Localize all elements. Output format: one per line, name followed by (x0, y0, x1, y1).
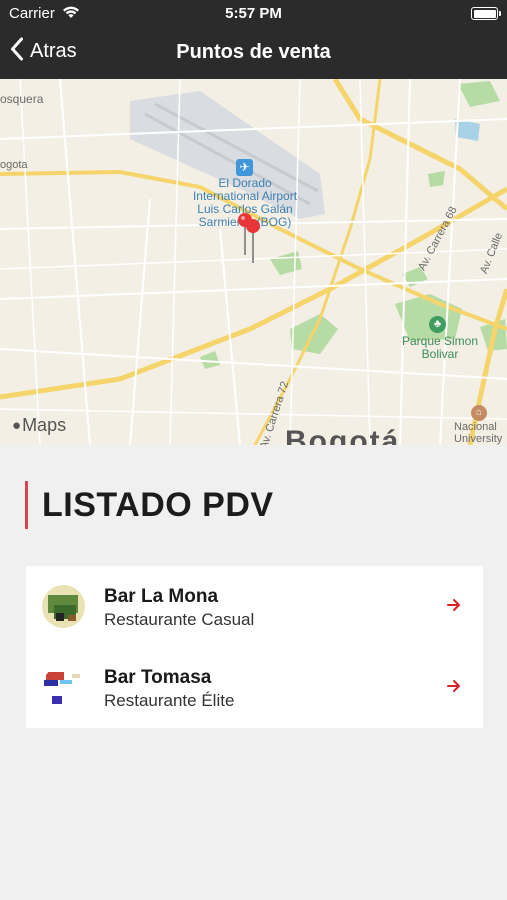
status-bar: Carrier 5:57 PM (0, 0, 507, 28)
pdv-type: Restaurante Élite (104, 691, 235, 710)
map-pin-icon[interactable] (236, 211, 266, 267)
pdv-name: Bar La Mona (104, 586, 219, 607)
section-header: LISTADO PDV (25, 481, 274, 529)
back-label: Atras (30, 40, 77, 62)
map-label-park: Parque Simon Bolivar (401, 334, 479, 361)
maps-logo-label: Maps (22, 415, 67, 435)
arrow-right-icon[interactable] (447, 677, 461, 698)
map-view[interactable]: osquera ogota ✈ El Dorado International … (0, 79, 507, 445)
apple-logo-icon: ● (12, 417, 22, 434)
battery-icon (471, 7, 501, 20)
clock: 5:57 PM (225, 5, 282, 22)
navigation-bar: Atras Puntos de venta (0, 28, 507, 79)
park-icon: ♣ (429, 316, 446, 333)
maps-logo: ● Maps (12, 415, 66, 436)
chevron-left-icon (10, 37, 24, 66)
airplane-icon: ✈ (236, 159, 253, 176)
map-label-city: Bogotá (285, 425, 401, 445)
map-label-university: Nacional University o (454, 421, 503, 445)
pdv-thumbnail (42, 585, 85, 628)
list-item[interactable]: Bar La Mona Restaurante Casual (26, 566, 483, 647)
map-label-bogota-road: ogota (0, 159, 28, 171)
map-label-mosquera: osquera (0, 92, 44, 106)
section-title: LISTADO PDV (42, 486, 274, 524)
pdv-name: Bar Tomasa (104, 667, 212, 688)
arrow-right-icon[interactable] (447, 596, 461, 617)
pdv-list: Bar La Mona Restaurante Casual Bar Tomas… (26, 566, 483, 728)
list-item[interactable]: Bar Tomasa Restaurante Élite (26, 647, 483, 728)
pdv-thumbnail (42, 666, 85, 709)
university-icon: ⌂ (471, 405, 487, 421)
pdv-type: Restaurante Casual (104, 610, 255, 629)
back-button[interactable]: Atras (10, 37, 77, 66)
